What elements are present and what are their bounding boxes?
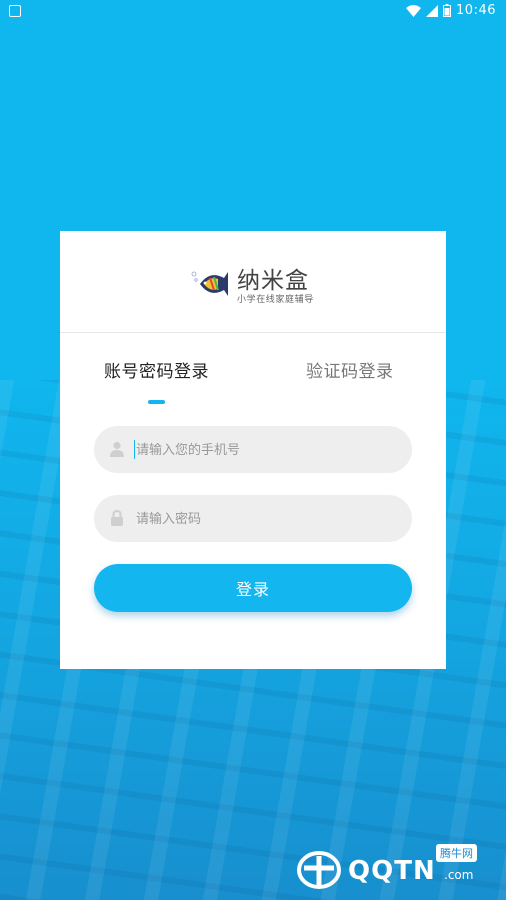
tab-code-login[interactable]: 验证码登录 bbox=[306, 357, 394, 382]
password-input[interactable] bbox=[134, 495, 398, 544]
password-field[interactable] bbox=[94, 495, 412, 544]
qqtn-logo-icon bbox=[297, 851, 341, 889]
status-time: 10:46 bbox=[456, 3, 496, 18]
watermark-text: QQTN bbox=[348, 856, 436, 886]
watermark-badge: 腾牛网 bbox=[436, 844, 477, 862]
battery-icon bbox=[443, 4, 452, 17]
watermark-suffix: .com bbox=[444, 868, 474, 882]
phone-input[interactable] bbox=[134, 426, 398, 475]
lock-icon bbox=[111, 510, 123, 526]
site-watermark: QQTN 腾牛网 .com bbox=[296, 844, 496, 892]
login-card: 纳米盒 小学在线家庭辅导 账号密码登录 验证码登录 登录 bbox=[60, 231, 446, 669]
notification-icon bbox=[9, 5, 21, 17]
signal-icon bbox=[426, 4, 439, 17]
fish-logo-icon bbox=[191, 271, 228, 296]
phone-field[interactable] bbox=[94, 426, 412, 475]
brand-header: 纳米盒 小学在线家庭辅导 bbox=[60, 231, 446, 333]
wifi-icon bbox=[406, 4, 422, 17]
status-bar: 10:46 bbox=[0, 0, 506, 24]
tab-password-login[interactable]: 账号密码登录 bbox=[104, 357, 209, 382]
active-tab-indicator bbox=[148, 400, 165, 404]
text-cursor bbox=[134, 440, 135, 459]
user-icon bbox=[110, 441, 124, 457]
brand-tagline: 小学在线家庭辅导 bbox=[237, 295, 314, 305]
login-button[interactable]: 登录 bbox=[94, 564, 412, 612]
brand-name: 纳米盒 bbox=[237, 268, 309, 294]
